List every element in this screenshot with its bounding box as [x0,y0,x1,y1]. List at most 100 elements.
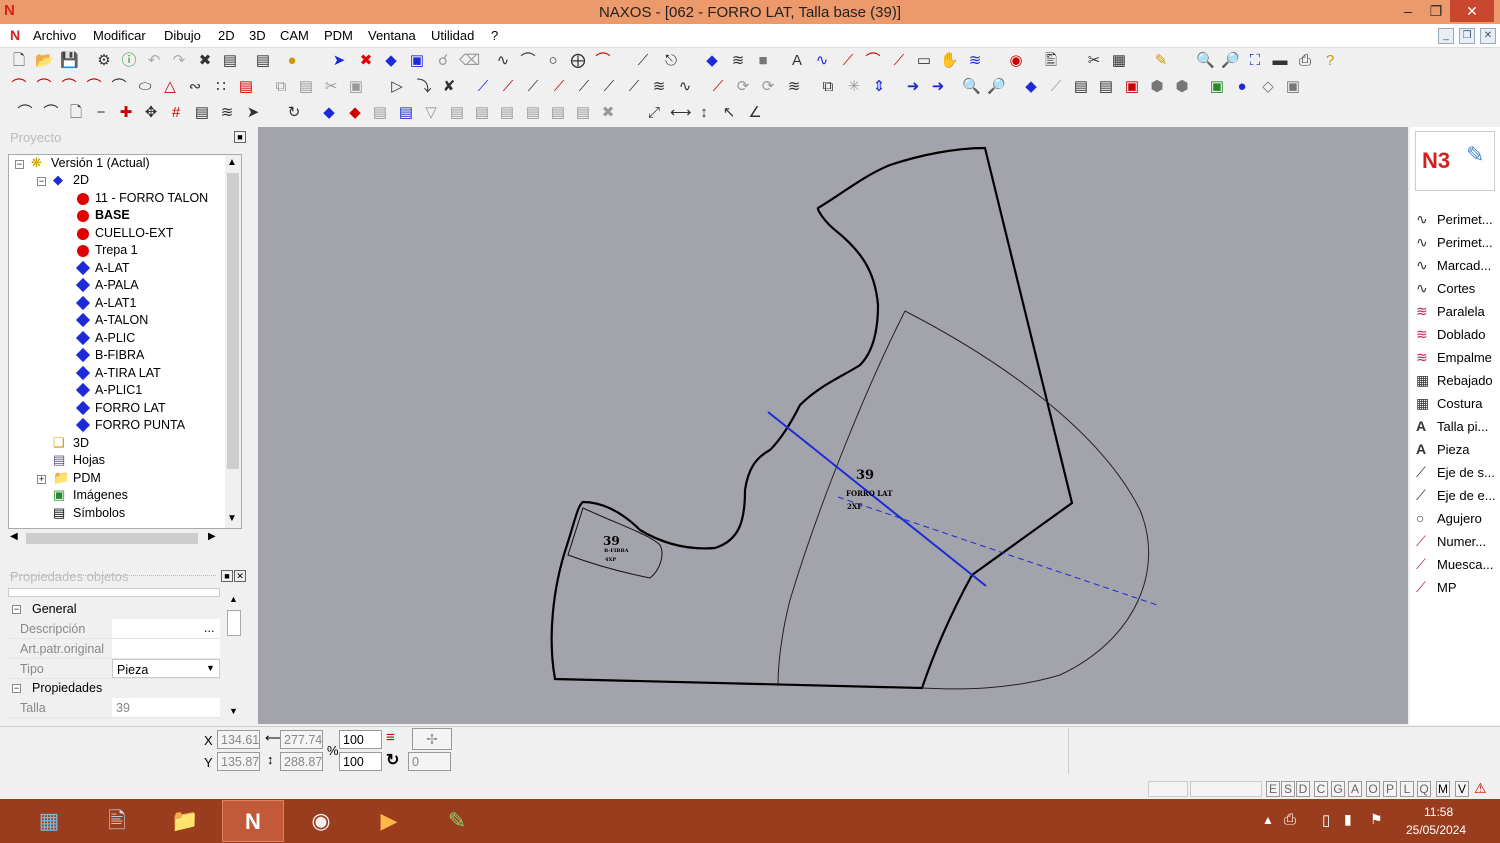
close-panel-button[interactable]: ✕ [234,570,246,582]
expand-pdm-button[interactable]: + [37,475,46,484]
menu-ventana[interactable]: Ventana [368,28,416,43]
tool-doblado[interactable]: ≋ Doblado [1416,324,1500,347]
tool-mp[interactable]: ⟋ MP [1416,577,1500,600]
collapse-propiedades-button[interactable]: − [12,684,21,693]
maximize-button[interactable]: ❐ [1422,0,1450,22]
save-icon[interactable]: 💾 [60,52,79,70]
refresh-icon[interactable]: ↻ [285,104,303,122]
drawing-canvas[interactable]: 39 FORRO LAT 2XF 39 B-FIBRA 4XP [258,127,1408,724]
remove-pieces-icon[interactable]: ◆ [346,104,364,122]
insert-icon[interactable]: ▤ [193,104,211,122]
props-scroll-thumb[interactable] [227,610,241,636]
tool-empalme[interactable]: ≋ Empalme [1416,347,1500,370]
mdi-restore-button[interactable]: ❐ [1459,28,1475,44]
arc-d-icon[interactable]: ⌒ [85,78,103,96]
talla-field[interactable]: 39 [112,698,220,717]
props-scroll-up-icon[interactable]: ▲ [229,594,238,604]
align-icon[interactable]: ▤ [1072,78,1090,96]
select-all-icon[interactable]: ◆ [382,52,400,70]
tray-date[interactable]: 25/05/2024 [1406,823,1466,837]
menu-3d[interactable]: 3D [249,28,266,43]
deselect-icon[interactable]: ✖ [357,52,375,70]
apply-transform-button[interactable]: ✢ [412,728,452,750]
tree-vscrollbar[interactable]: ▲ ▼ [225,155,241,528]
spline-icon[interactable]: ∿ [494,52,512,70]
arc-c-icon[interactable]: ⌒ [60,78,78,96]
mdi-minimize-button[interactable]: _ [1438,28,1454,44]
scroll-up-icon[interactable]: ▲ [227,157,237,168]
grid-dots-icon[interactable]: ∷ [212,78,230,96]
arc-tool-icon[interactable]: ⌒ [864,52,882,70]
hash-icon[interactable]: # [167,104,185,122]
select-icon[interactable]: ➤ [330,52,348,70]
float-panel-button[interactable]: ■ [221,570,233,582]
tree-hscrollbar[interactable]: ◀ ▶ [8,530,226,546]
v-dim-icon[interactable]: ↕ [695,104,713,122]
tool-cortes[interactable]: ∿ Cortes [1416,278,1500,301]
angle-dim-icon[interactable]: ↖ [720,104,738,122]
tool-perimetro-1[interactable]: ∿ Perimet... [1416,209,1500,232]
art-patr-field[interactable] [112,639,220,658]
arc-e-icon[interactable]: ⌒ [110,78,128,96]
node-icon[interactable]: ⎋ [662,52,680,70]
rotate-b-icon[interactable]: ⟳ [759,78,777,96]
tool-perimetro-2[interactable]: ∿ Perimet... [1416,232,1500,255]
line-c-icon[interactable]: ⟋ [524,78,542,96]
status-a[interactable]: A [1348,781,1362,797]
table-f-icon[interactable]: ▤ [574,104,592,122]
arc-b-icon[interactable]: ⌒ [35,78,53,96]
cut-line-icon[interactable]: ⟋ [1047,78,1065,96]
diag-icon[interactable]: ⤢ [645,104,663,122]
tray-printer-icon[interactable]: ⎙ [1284,811,1296,828]
copy-icon[interactable]: ⧉ [272,78,290,96]
line-h-icon[interactable]: ≋ [650,78,668,96]
highlight-icon[interactable]: ✎ [1152,52,1170,70]
shape-b-icon[interactable]: ⬢ [1173,78,1191,96]
cut-tool-icon[interactable]: ✂ [1085,52,1103,70]
collapse-version-button[interactable]: − [15,160,24,169]
tool-pieza[interactable]: A Pieza [1416,439,1500,462]
x-coord-field[interactable]: 134.61 [217,730,260,749]
menu-pdm[interactable]: PDM [324,28,353,43]
mirror-icon[interactable]: ▷ [388,78,406,96]
section-propiedades[interactable]: − Propiedades [8,679,220,698]
collapse-general-button[interactable]: − [12,605,21,614]
line-a-icon[interactable]: ⟋ [474,78,492,96]
pin-icon[interactable]: ▽ [422,104,440,122]
arc-a-icon[interactable]: ⌒ [10,78,28,96]
angle-icon[interactable]: ∠ [746,104,764,122]
chevron-down-icon[interactable]: ▼ [206,663,215,673]
menu-archivo[interactable]: Archivo [33,28,76,43]
doc-icon[interactable]: ▤ [1097,78,1115,96]
status-d[interactable]: D [1296,781,1310,797]
status-g[interactable]: G [1331,781,1345,797]
table-e-icon[interactable]: ▤ [549,104,567,122]
zoom-fit-icon[interactable]: ⛶ [1246,52,1264,70]
tool-eje-estiraje[interactable]: ⟋ Eje de e... [1416,485,1500,508]
line-d-icon[interactable]: ⟋ [550,78,568,96]
diamond-icon[interactable]: ◆ [703,52,721,70]
tool-numeracion[interactable]: ⟋ Numer... [1416,531,1500,554]
naxos-app-icon[interactable]: N [222,800,284,842]
offset-icon[interactable]: ≋ [966,52,984,70]
tool-agujero[interactable]: ○ Agujero [1416,508,1500,531]
seam-tool-icon[interactable]: ▦ [1110,52,1128,70]
menu-modificar[interactable]: Modificar [93,28,146,43]
arc-icon[interactable]: ⌒ [519,52,537,70]
props-vscrollbar[interactable]: ▲ ▼ [226,592,242,720]
alert-icon[interactable]: ⚠ [1474,780,1487,797]
calculator-app-icon[interactable]: ▦ [18,800,80,842]
select-pieces-icon[interactable]: ◆ [320,104,338,122]
rotation-field[interactable]: 0 [408,752,451,771]
width-field[interactable]: 277.74 [280,730,323,749]
chrome-app-icon[interactable]: ◉ [290,800,352,842]
status-q[interactable]: Q [1417,781,1431,797]
folder-app-icon[interactable]: 📁 [154,800,216,842]
color-icon[interactable]: ● [283,52,301,70]
scissors-icon[interactable]: ✂ [322,78,340,96]
group-icon[interactable]: ▣ [1284,78,1302,96]
status-p[interactable]: P [1383,781,1397,797]
mdi-close-button[interactable]: ✕ [1480,28,1496,44]
status-o[interactable]: O [1366,781,1380,797]
tray-battery-icon[interactable]: ▯ [1322,811,1330,829]
